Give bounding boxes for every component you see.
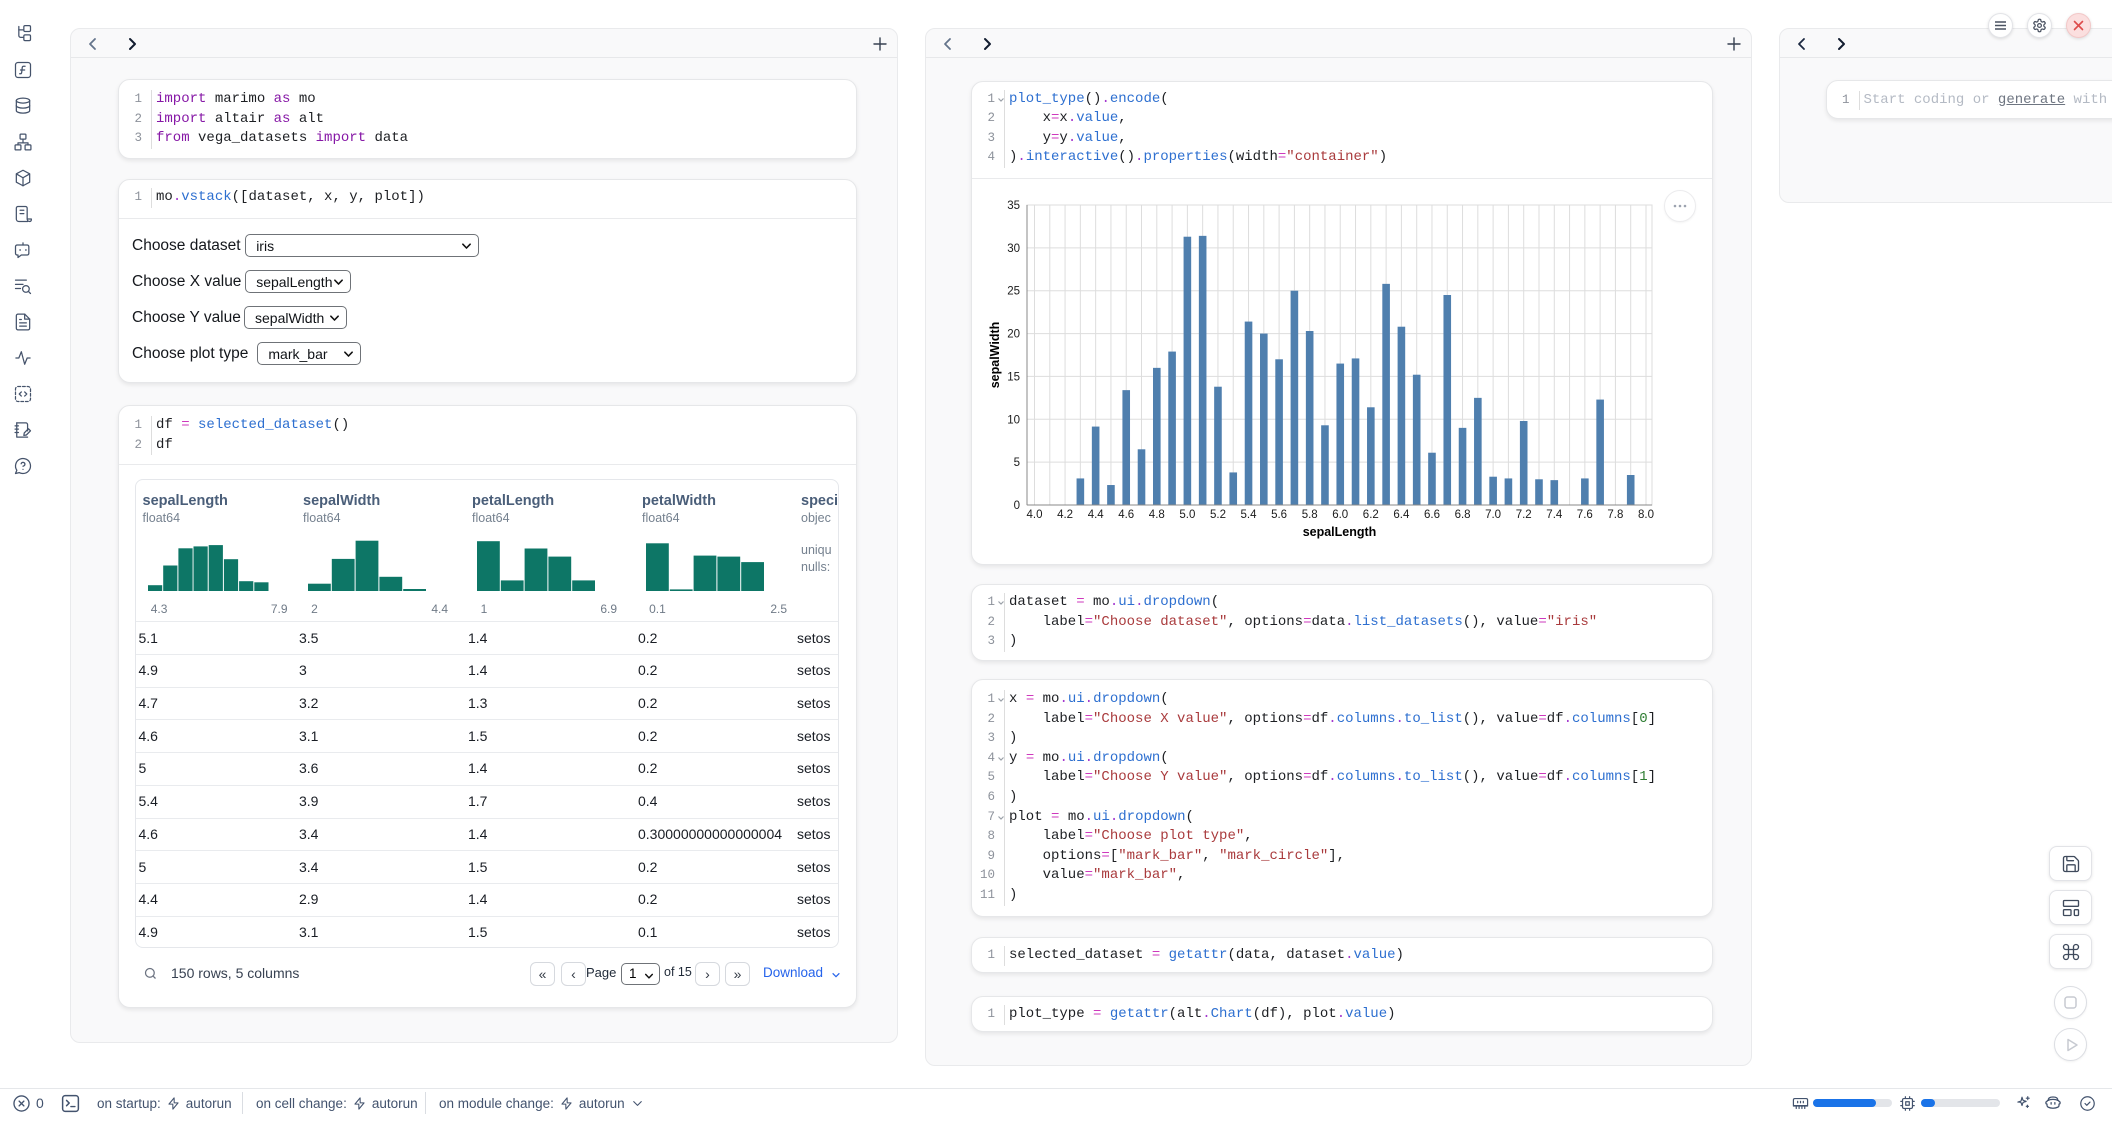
svg-text:7.2: 7.2 <box>1516 509 1532 521</box>
svg-text:15: 15 <box>1007 371 1020 383</box>
svg-text:10: 10 <box>1007 414 1020 426</box>
svg-text:6.6: 6.6 <box>1424 509 1440 521</box>
svg-text:sepalWidth: sepalWidth <box>988 321 1002 388</box>
svg-text:5.4: 5.4 <box>1241 509 1258 521</box>
svg-text:7.6: 7.6 <box>1577 509 1593 521</box>
svg-text:25: 25 <box>1007 285 1020 297</box>
svg-text:7.4: 7.4 <box>1546 509 1563 521</box>
svg-text:0: 0 <box>1014 500 1020 512</box>
svg-text:7.0: 7.0 <box>1485 509 1501 521</box>
svg-text:5: 5 <box>1014 457 1020 469</box>
svg-text:4.4: 4.4 <box>1088 509 1105 521</box>
svg-text:20: 20 <box>1007 328 1020 340</box>
svg-text:7.8: 7.8 <box>1607 509 1623 521</box>
svg-text:5.6: 5.6 <box>1271 509 1287 521</box>
svg-text:30: 30 <box>1007 242 1020 254</box>
svg-text:35: 35 <box>1007 200 1020 212</box>
svg-text:8.0: 8.0 <box>1638 509 1654 521</box>
svg-text:4.0: 4.0 <box>1027 509 1043 521</box>
svg-text:5.0: 5.0 <box>1179 509 1195 521</box>
svg-text:4.2: 4.2 <box>1057 509 1073 521</box>
svg-text:5.2: 5.2 <box>1210 509 1226 521</box>
svg-text:4.6: 4.6 <box>1118 509 1134 521</box>
svg-text:6.4: 6.4 <box>1393 509 1410 521</box>
svg-text:4.8: 4.8 <box>1149 509 1165 521</box>
svg-text:6.2: 6.2 <box>1363 509 1379 521</box>
svg-text:5.8: 5.8 <box>1302 509 1318 521</box>
svg-text:6.0: 6.0 <box>1332 509 1348 521</box>
svg-text:sepalLength: sepalLength <box>1303 525 1377 539</box>
svg-text:6.8: 6.8 <box>1455 509 1471 521</box>
